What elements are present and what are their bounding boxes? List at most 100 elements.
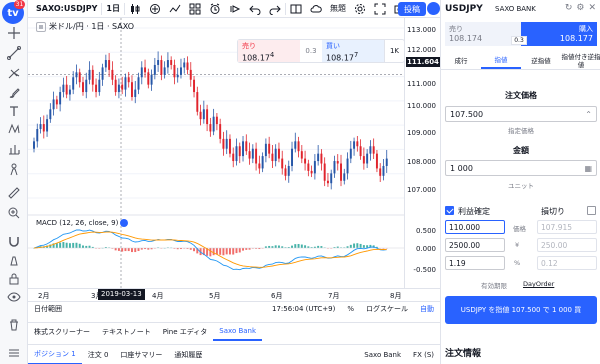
candle-body xyxy=(248,151,251,159)
candle-body xyxy=(323,163,326,181)
percent-scale-button[interactable]: % xyxy=(341,305,360,313)
quick-buy-button[interactable]: 買い 108.177 xyxy=(322,40,384,63)
candle-body xyxy=(101,67,104,80)
tab-notification-log[interactable]: 通知履歴 xyxy=(168,350,208,360)
text-icon[interactable] xyxy=(4,102,24,120)
layout-icon[interactable] xyxy=(286,0,306,18)
stay-in-drawing-icon[interactable] xyxy=(4,252,24,270)
quick-buy-price: 108.17 xyxy=(326,53,354,63)
tp-price-input[interactable]: 110.000 xyxy=(445,220,505,234)
candle-body xyxy=(300,151,303,159)
publish-button[interactable]: 投稿 xyxy=(398,2,426,16)
pattern-icon[interactable] xyxy=(4,120,24,138)
eye-icon[interactable] xyxy=(4,288,24,306)
tab-text-notes[interactable]: テキストノート xyxy=(96,323,157,341)
macd-visibility-icon[interactable] xyxy=(120,219,129,227)
tab-account-summary[interactable]: 口座サマリー xyxy=(114,350,168,360)
buy-side-label: 購入 xyxy=(579,25,593,33)
zoom-in-icon[interactable] xyxy=(4,204,24,222)
watchlist-icon[interactable] xyxy=(4,344,24,362)
trend-line-icon[interactable] xyxy=(4,44,24,62)
sell-side-button[interactable]: 売り 108.174 xyxy=(445,22,521,46)
stepper-icon[interactable]: ⌃ xyxy=(585,110,592,119)
tab-limit-order[interactable]: 指値 xyxy=(481,52,521,69)
undo-icon[interactable] xyxy=(245,0,265,18)
tab-stop-limit-order[interactable]: 指値付き逆指値 xyxy=(561,52,600,69)
redo-icon[interactable] xyxy=(265,0,285,18)
reset-icon[interactable]: ↻ xyxy=(565,3,573,13)
quick-lot-size[interactable]: 1K xyxy=(384,40,404,62)
icon-tool-icon[interactable] xyxy=(4,160,24,178)
crosshair-icon[interactable] xyxy=(4,24,24,42)
calculator-icon[interactable]: ▦ xyxy=(584,164,592,173)
amount-input[interactable]: 1 000 ▦ xyxy=(445,160,597,176)
candle-body xyxy=(65,84,68,95)
indicators-icon[interactable] xyxy=(165,0,185,18)
lock-icon[interactable] xyxy=(4,270,24,288)
account-selector[interactable]: FX (S) xyxy=(407,351,440,359)
tab-stop-order[interactable]: 逆指値 xyxy=(521,52,561,69)
candle-body xyxy=(356,141,359,147)
date-range-button[interactable]: 日付範囲 xyxy=(28,304,68,314)
compare-icon[interactable] xyxy=(145,0,165,18)
candle-body xyxy=(163,67,166,75)
candle-body xyxy=(242,141,245,157)
tab-positions[interactable]: ポジション 1 xyxy=(28,345,82,364)
candle-body xyxy=(375,153,378,169)
layout-name[interactable]: 無題 xyxy=(326,0,350,18)
play-icon[interactable] xyxy=(427,2,440,15)
time-label: 7月 xyxy=(328,292,340,300)
candle-body xyxy=(104,60,107,68)
settings-icon[interactable] xyxy=(350,0,370,18)
tab-market-order[interactable]: 成行 xyxy=(441,52,481,69)
sl-amount-input[interactable]: 250.00 xyxy=(537,238,597,252)
auto-scale-button[interactable]: 自動 xyxy=(414,304,440,314)
candle-body xyxy=(225,138,228,149)
tab-stock-screener[interactable]: 株式スクリーナー xyxy=(28,323,96,341)
expiry-selector[interactable]: DayOrder xyxy=(523,280,554,288)
magnet-icon[interactable] xyxy=(4,232,24,250)
fullscreen-icon[interactable] xyxy=(370,0,390,18)
candle-body xyxy=(134,89,137,97)
price-title: 注文価格 xyxy=(505,91,537,100)
limit-price-input[interactable]: 107.500 ⌃ xyxy=(445,106,597,122)
clock-display[interactable]: 17:56:04 (UTC+9) xyxy=(266,305,341,313)
positions-count: 1 xyxy=(71,349,76,358)
sl-percent-input[interactable]: 0.12 xyxy=(537,256,597,270)
brush-icon[interactable] xyxy=(4,84,24,102)
log-scale-button[interactable]: ログスケール xyxy=(360,304,414,314)
settings-icon[interactable]: ⚙ xyxy=(576,3,584,13)
macd-histogram-bar xyxy=(317,245,320,248)
tp-amount-input[interactable]: 2500.00 xyxy=(445,238,505,252)
broker-selector[interactable]: Saxo Bank xyxy=(358,351,407,359)
ruler-icon[interactable] xyxy=(4,184,24,202)
quick-sell-button[interactable]: 売り 108.174 xyxy=(238,40,300,63)
candle-body xyxy=(39,124,42,130)
take-profit-checkbox[interactable] xyxy=(445,206,454,215)
candle-style-icon[interactable] xyxy=(125,0,145,18)
buy-side-button[interactable]: 購入 108.177 xyxy=(521,22,597,46)
trash-icon[interactable] xyxy=(4,316,24,334)
cloud-save-icon[interactable] xyxy=(306,0,326,18)
price-scale[interactable]: 113.000 112.000 111.000 110.000 109.000 … xyxy=(404,18,440,288)
close-icon[interactable]: ✕ xyxy=(588,3,596,13)
alert-icon[interactable] xyxy=(205,0,225,18)
place-order-button[interactable]: USDJPY を指値 107.500 で 1 000 買 xyxy=(445,296,597,324)
candle-body xyxy=(281,158,284,169)
replay-icon[interactable] xyxy=(225,0,245,18)
time-axis[interactable]: 2月 3月 4月 5月 6月 7月 8月 2019-03-13 xyxy=(28,288,440,300)
tab-pine-editor[interactable]: Pine エディタ xyxy=(157,323,214,341)
symbol-search[interactable]: SAXO:USDJPY xyxy=(28,0,101,18)
templates-icon[interactable] xyxy=(185,0,205,18)
macd-histogram-bar xyxy=(219,248,222,255)
candle-body xyxy=(212,116,215,132)
stop-loss-checkbox[interactable] xyxy=(587,206,596,215)
prediction-icon[interactable] xyxy=(4,140,24,158)
macd-histogram-bar xyxy=(127,248,130,252)
interval-selector[interactable]: 1日 xyxy=(102,0,124,18)
tp-percent-input[interactable]: 1.19 xyxy=(445,256,505,270)
tab-orders[interactable]: 注文 0 xyxy=(82,350,115,360)
pitchfork-icon[interactable] xyxy=(4,64,24,82)
sl-price-input[interactable]: 107.915 xyxy=(537,220,597,234)
tab-saxo-bank[interactable]: Saxo Bank xyxy=(213,323,263,341)
